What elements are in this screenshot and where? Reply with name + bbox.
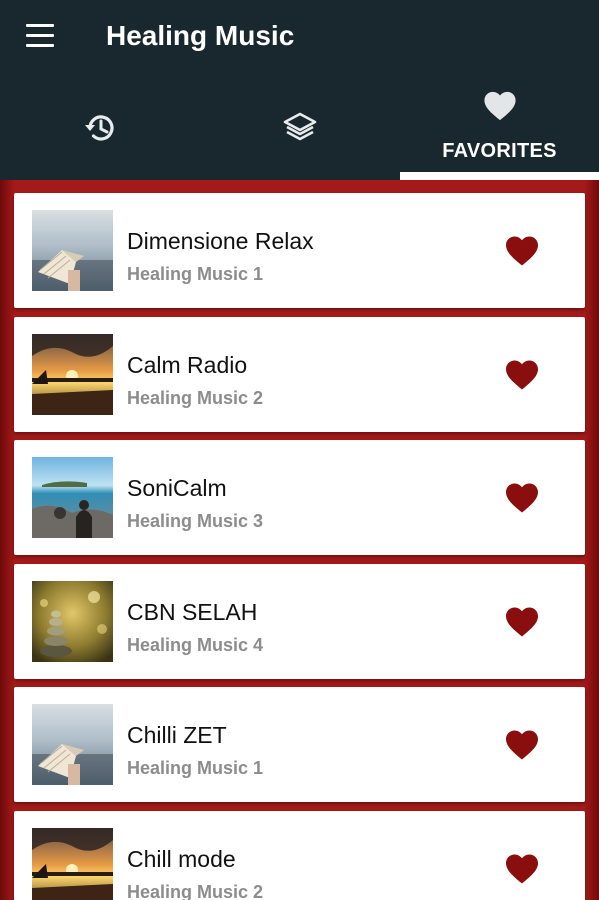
heart-icon bbox=[483, 91, 516, 121]
station-thumbnail bbox=[32, 581, 113, 662]
station-name: SoniCalm bbox=[127, 475, 227, 501]
tab-favorites[interactable]: FAVORITES bbox=[400, 84, 599, 180]
station-name: CBN SELAH bbox=[127, 599, 258, 625]
favorite-heart-icon[interactable] bbox=[504, 359, 540, 391]
station-thumbnail bbox=[32, 334, 113, 415]
app-toolbar: Healing Music FAVORITES bbox=[0, 0, 599, 180]
station-subtitle: Healing Music 1 bbox=[127, 758, 264, 778]
station-card[interactable]: CBN SELAH Healing Music 4 bbox=[14, 564, 585, 679]
station-subtitle: Healing Music 4 bbox=[127, 635, 264, 655]
favorite-heart-icon[interactable] bbox=[504, 606, 540, 638]
history-icon bbox=[84, 115, 114, 141]
station-card[interactable]: Chilli ZET Healing Music 1 bbox=[14, 687, 585, 802]
favorite-heart-icon[interactable] bbox=[504, 482, 540, 514]
station-thumbnail bbox=[32, 457, 113, 538]
selected-tab-indicator bbox=[400, 172, 599, 180]
tab-favorites-label: FAVORITES bbox=[442, 140, 557, 162]
favorite-heart-icon[interactable] bbox=[504, 853, 540, 885]
station-name: Calm Radio bbox=[127, 352, 248, 378]
station-card[interactable]: SoniCalm Healing Music 3 bbox=[14, 440, 585, 555]
station-subtitle: Healing Music 2 bbox=[127, 388, 264, 408]
menu-icon[interactable] bbox=[26, 22, 56, 50]
station-name: Dimensione Relax bbox=[127, 228, 314, 254]
station-card[interactable]: Calm Radio Healing Music 2 bbox=[14, 317, 585, 432]
station-name: Chilli ZET bbox=[127, 722, 227, 748]
favorites-list[interactable]: Dimensione Relax Healing Music 1 Calm Ra… bbox=[0, 180, 599, 900]
station-thumbnail bbox=[32, 704, 113, 785]
station-name: Chill mode bbox=[127, 846, 236, 872]
station-subtitle: Healing Music 1 bbox=[127, 264, 264, 284]
station-card[interactable]: Dimensione Relax Healing Music 1 bbox=[14, 193, 585, 308]
app-title: Healing Music bbox=[106, 20, 295, 51]
favorite-heart-icon[interactable] bbox=[504, 729, 540, 761]
station-thumbnail bbox=[32, 828, 113, 900]
station-subtitle: Healing Music 3 bbox=[127, 511, 264, 531]
tab-recent[interactable] bbox=[0, 84, 199, 180]
tab-categories[interactable] bbox=[200, 84, 399, 180]
layers-icon bbox=[283, 112, 316, 141]
station-subtitle: Healing Music 2 bbox=[127, 882, 264, 900]
station-thumbnail bbox=[32, 210, 113, 291]
station-card[interactable]: Chill mode Healing Music 2 bbox=[14, 811, 585, 900]
favorite-heart-icon[interactable] bbox=[504, 235, 540, 267]
